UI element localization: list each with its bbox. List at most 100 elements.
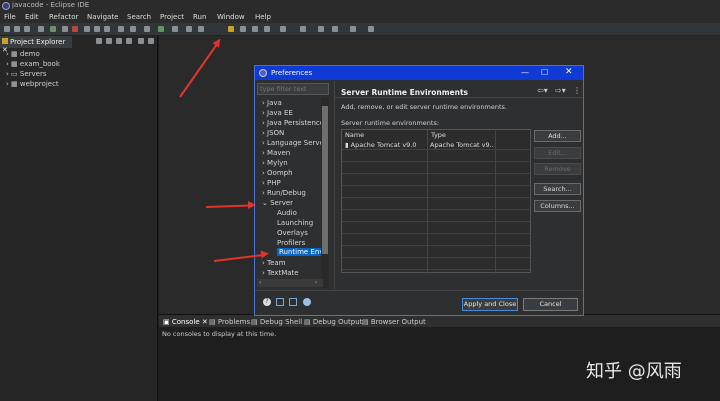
navigate-icon[interactable] (350, 26, 356, 32)
new-icon[interactable] (4, 26, 10, 32)
nav-item-run-debug[interactable]: › Run/Debug (262, 189, 306, 197)
search-icon[interactable] (130, 26, 136, 32)
pin-icon[interactable] (300, 26, 306, 32)
tab-browser-output[interactable]: ▤ Browser Output (362, 318, 426, 326)
cell-name: ▮ Apache Tomcat v9.0 (345, 141, 417, 149)
maximize-icon[interactable]: ☐ (541, 68, 548, 77)
tab-problems[interactable]: ▤ Problems (209, 318, 250, 326)
column-header-type[interactable]: Type (428, 130, 496, 140)
tab-debug-output[interactable]: ▤ Debug Output (304, 318, 362, 326)
table-row[interactable]: ▮ Apache Tomcat v9.0 Apache Tomcat v9... (342, 140, 530, 150)
menu-help[interactable]: Help (255, 13, 271, 21)
new-class-icon[interactable] (186, 26, 192, 32)
nav-item-overlays[interactable]: Overlays (277, 229, 308, 237)
apply-and-close-button[interactable]: Apply and Close (462, 298, 518, 311)
menu-run[interactable]: Run (193, 13, 206, 21)
step-icon[interactable] (84, 26, 90, 32)
tab-project-explorer[interactable]: Project Explorer ✕ (0, 36, 72, 54)
nav-item-oomph[interactable]: › Oomph (262, 169, 293, 177)
run-icon[interactable] (50, 26, 56, 32)
view-menu-icon[interactable] (126, 38, 132, 44)
open-task-icon[interactable] (252, 26, 258, 32)
collapse-all-icon[interactable] (96, 38, 102, 44)
close-icon[interactable]: ✕ (565, 67, 573, 77)
tree-item-webproject[interactable]: › ▦ webproject (6, 80, 59, 88)
column-header-name[interactable]: Name (342, 130, 428, 140)
nav-item-profilers[interactable]: Profilers (277, 239, 305, 247)
import-icon[interactable] (276, 298, 284, 306)
step-over-icon[interactable] (94, 26, 100, 32)
minimize-icon[interactable] (138, 38, 144, 44)
forward-icon[interactable] (332, 26, 338, 32)
link-editor-icon[interactable] (106, 38, 112, 44)
next-annotation-icon[interactable] (280, 26, 286, 32)
tab-console[interactable]: ▣ Console ✕ (163, 318, 208, 326)
external-tools-icon[interactable] (172, 26, 178, 32)
open-folder-icon[interactable] (228, 26, 234, 32)
maximize-icon[interactable] (148, 38, 154, 44)
back-icon[interactable]: ⇦▾ (537, 86, 548, 95)
pane-divider (334, 81, 335, 289)
stop-icon[interactable] (72, 26, 78, 32)
tree-item-demo[interactable]: › ▦ demo (6, 50, 40, 58)
back-icon[interactable] (318, 26, 324, 32)
perspective-icon[interactable] (368, 26, 374, 32)
nav-item-mylyn[interactable]: › Mylyn (262, 159, 288, 167)
debug-run-icon[interactable] (144, 26, 150, 32)
dialog-title-bar[interactable]: Preferences — ☐ ✕ (255, 66, 583, 80)
save-icon[interactable] (14, 26, 20, 32)
nav-item-maven[interactable]: › Maven (262, 149, 290, 157)
nav-scrollbar-thumb[interactable] (322, 106, 328, 254)
edit-button[interactable]: Edit... (534, 147, 581, 159)
nav-horizontal-scrollbar[interactable]: ‹ › (257, 279, 323, 287)
menu-search[interactable]: Search (127, 13, 151, 21)
view-menu-icon[interactable]: ⋮ (573, 86, 581, 95)
tab-debug-shell[interactable]: ▤ Debug Shell (251, 318, 302, 326)
pause-icon[interactable] (62, 26, 68, 32)
menu-edit[interactable]: Edit (25, 13, 39, 21)
nav-item-server[interactable]: ⌄ Server (262, 199, 293, 207)
step-return-icon[interactable] (104, 26, 110, 32)
nav-item-team[interactable]: › Team (262, 259, 286, 267)
new-package-icon[interactable] (198, 26, 204, 32)
export-icon[interactable] (289, 298, 297, 306)
add-button[interactable]: Add... (534, 130, 581, 142)
tree-item-servers[interactable]: › ▭ Servers (6, 70, 47, 78)
nav-item-audio[interactable]: Audio (277, 209, 297, 217)
nav-item-runtime-environments[interactable]: Runtime Envir (277, 248, 321, 256)
nav-item-json[interactable]: › JSON (262, 129, 284, 137)
nav-item-launching[interactable]: Launching (277, 219, 313, 227)
nav-item-php[interactable]: › PHP (262, 179, 281, 187)
menu-navigate[interactable]: Navigate (87, 13, 118, 21)
nav-item-java-ee[interactable]: › Java EE (262, 109, 293, 117)
nav-item-textmate[interactable]: › TextMate (262, 269, 299, 277)
help-icon[interactable]: ? (263, 298, 271, 306)
debug-icon[interactable] (38, 26, 44, 32)
open-type-icon[interactable] (240, 26, 246, 32)
menu-file[interactable]: File (4, 13, 16, 21)
filter-input[interactable]: type filter text (257, 83, 329, 95)
play-icon[interactable] (158, 26, 164, 32)
columns-button[interactable]: Columns... (534, 200, 581, 212)
tree-item-exam-book[interactable]: › ▦ exam_book (6, 60, 60, 68)
scroll-right-icon[interactable]: › (315, 279, 317, 286)
nav-item-language-server[interactable]: › Language Server (262, 139, 321, 147)
server-icon[interactable] (118, 26, 124, 32)
save-all-icon[interactable] (24, 26, 30, 32)
minimize-icon[interactable]: — (521, 68, 529, 77)
forward-icon[interactable]: ⇨▾ (555, 86, 566, 95)
menu-project[interactable]: Project (160, 13, 184, 21)
nav-item-java[interactable]: › Java (262, 99, 282, 107)
runtime-environments-table[interactable]: Name Type ▮ Apache Tomcat v9.0 Apache To… (341, 129, 531, 274)
remove-button[interactable]: Remove (534, 163, 581, 175)
search-button[interactable]: Search... (534, 183, 581, 195)
menu-refactor[interactable]: Refactor (49, 13, 78, 21)
scroll-left-icon[interactable]: ‹ (259, 279, 261, 286)
filter-icon[interactable] (116, 38, 122, 44)
menu-window[interactable]: Window (217, 13, 245, 21)
annotation-icon[interactable] (264, 26, 270, 32)
annotation-arrowhead (248, 201, 256, 209)
nav-item-java-persistence[interactable]: › Java Persistence (262, 119, 321, 127)
oomph-icon[interactable] (303, 298, 311, 306)
cancel-button[interactable]: Cancel (523, 298, 578, 311)
